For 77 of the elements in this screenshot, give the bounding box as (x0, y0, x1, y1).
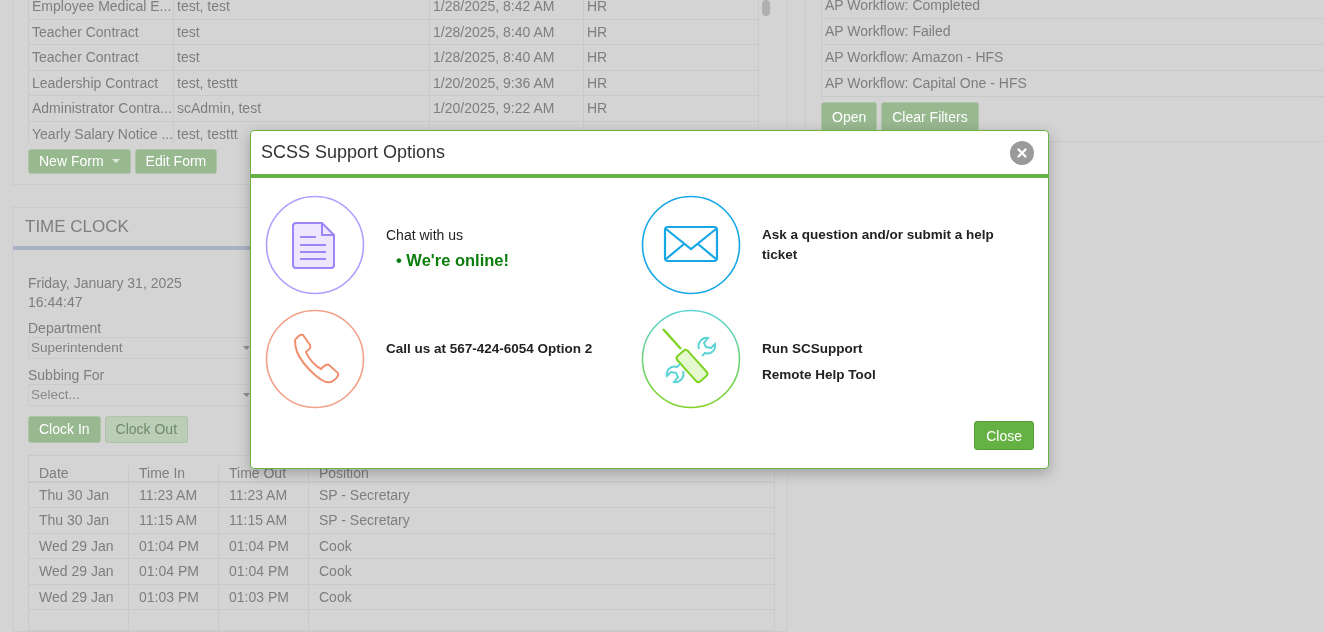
table-cell: test (173, 45, 429, 70)
table-cell: 01:04 PM (219, 533, 309, 558)
caret-icon (243, 345, 250, 350)
table-cell: 1/28/2025, 8:40 AM (429, 45, 583, 70)
option-text[interactable]: Remote Help Tool (762, 365, 876, 385)
dialog-title: SCSS Support Options (261, 142, 446, 163)
table-cell-text: Cook (318, 587, 353, 607)
column-header: Date (29, 465, 129, 481)
table-cell: 11:15 AM (129, 508, 219, 533)
table-cell: 01:04 PM (219, 559, 309, 584)
table-cell: test (173, 19, 429, 44)
option-text[interactable]: Run SCSupport (762, 339, 876, 359)
caret-icon (111, 158, 120, 164)
button[interactable]: Clock In (28, 415, 101, 443)
envelope-icon[interactable] (641, 195, 741, 295)
table-cell: Thu 30 Jan (29, 482, 129, 507)
table-cell: 01:03 PM (129, 584, 219, 609)
table-cell: HR (583, 45, 759, 70)
table-cell: Wed 29 Jan (29, 533, 129, 558)
table-cell: Wed 29 Jan (29, 559, 129, 584)
table-cell: HR (583, 19, 759, 44)
table-cell: HR (583, 0, 759, 19)
table-cell: test, test (173, 0, 429, 19)
scrollbar-thumb[interactable] (762, 0, 770, 16)
table-cell: 11:23 AM (219, 482, 309, 507)
list-item[interactable]: AP Workflow: Amazon - HFS (822, 45, 1324, 71)
phone-icon[interactable] (265, 309, 365, 409)
list-item[interactable]: AP Workflow: Capital One - HFS (822, 71, 1324, 96)
support-option[interactable]: Run SCSupport Remote Help Tool (641, 309, 1001, 409)
status-text: • We're online! (395, 251, 509, 270)
table-cell-text: SP - Secretary (318, 511, 411, 530)
time-text: 16:44:47 (28, 292, 84, 312)
table-cell-text: SP - Secretary (318, 485, 411, 505)
option-text[interactable]: Chat with us (386, 225, 509, 245)
dropdown-button[interactable]: New Form (28, 148, 131, 174)
close-icon[interactable] (1010, 140, 1034, 165)
table-cell: Teacher Contract (28, 19, 173, 44)
caret-icon (243, 392, 250, 397)
table-cell: HR (583, 70, 759, 95)
table-cell: scAdmin, test (173, 96, 429, 121)
field-label: Department (28, 318, 103, 337)
document-icon[interactable] (265, 195, 365, 295)
date-text: Friday, January 31, 2025 (28, 273, 183, 293)
option-text[interactable]: Ask a question and/or submit a help ticket (762, 225, 1001, 265)
table-cell: Teacher Contract (28, 45, 173, 70)
table-cell: 1/20/2025, 9:22 AM (429, 96, 583, 121)
table-cell: 11:23 AM (129, 482, 219, 507)
button[interactable]: Clear Filters (881, 102, 979, 131)
table-cell: Wed 29 Jan (29, 584, 129, 609)
table-cell: 01:04 PM (129, 559, 219, 584)
support-option[interactable]: Ask a question and/or submit a help ticket (641, 195, 1001, 295)
close-button[interactable]: Close (974, 421, 1034, 450)
support-option[interactable]: Call us at 567-424-6054 Option 2 (265, 309, 625, 409)
table-cell: 1/28/2025, 8:40 AM (429, 19, 583, 44)
button[interactable]: Open (821, 102, 878, 131)
table-cell: 11:15 AM (219, 508, 309, 533)
column-header: Time In (129, 465, 219, 481)
table-cell: Employee Medical E... (28, 0, 173, 19)
table-cell: Leadership Contract (28, 70, 173, 95)
tools-icon[interactable] (641, 309, 741, 409)
table-cell-text: Cook (318, 562, 353, 581)
list-item[interactable]: AP Workflow: Failed (822, 19, 1324, 45)
table-cell: Thu 30 Jan (29, 508, 129, 533)
table-cell: HR (583, 96, 759, 121)
button[interactable]: Edit Form (134, 148, 218, 174)
table-cell: 1/20/2025, 9:36 AM (429, 70, 583, 95)
support-option[interactable]: Chat with us • We're online! (265, 195, 625, 295)
table-cell: test, testtt (173, 70, 429, 95)
table-cell: Administrator Contra... (28, 96, 173, 121)
panel-title: TIME CLOCK (25, 216, 129, 237)
table-cell: Yearly Salary Notice ... (28, 121, 173, 143)
option-text[interactable]: Call us at 567-424-6054 Option 2 (386, 339, 593, 359)
table-cell: 01:03 PM (219, 584, 309, 609)
table-cell: 01:04 PM (129, 533, 219, 558)
table-cell: 1/28/2025, 8:42 AM (429, 0, 583, 19)
list-item[interactable]: AP Workflow: Completed (822, 0, 1324, 19)
table-cell-text: Cook (318, 536, 353, 556)
